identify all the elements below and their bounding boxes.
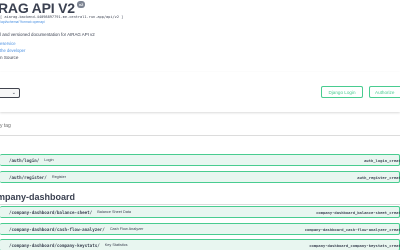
version-badge: v2: [76, 0, 86, 8]
operation-id: company-dashboard_company-keystats_creat…: [309, 242, 400, 248]
scheme-select[interactable]: ⌄: [0, 88, 20, 98]
schema-link[interactable]: /api/schema/?format=openapi: [0, 20, 45, 24]
operation-path: /company-dashboard/balance-sheet/: [9, 209, 93, 215]
operation-path: /company-dashboard/company-keystats/: [9, 242, 100, 248]
tag-heading-company-dashboard[interactable]: mpany-dashboard: [0, 192, 75, 202]
api-title-row: RAG API V2 v2: [0, 0, 86, 16]
operation-id: auth_register_create: [357, 174, 400, 180]
operation-id: company-dashboard_balance-sheet_create: [316, 209, 400, 215]
operation-id: auth_login_create: [364, 157, 400, 163]
django-login-button[interactable]: Django Login: [321, 86, 363, 98]
tag-divider: [0, 204, 400, 205]
chevron-down-icon: ⌄: [11, 90, 16, 96]
operation-summary: Balance Sheet Data: [97, 210, 131, 214]
operation-row-cash-flow-analyzer[interactable]: /company-dashboard/cash-flow-analyzer/ C…: [0, 223, 400, 235]
operation-summary: Register: [51, 175, 66, 179]
contact-developer-link[interactable]: the developer: [0, 48, 25, 53]
api-title: RAG API V2: [0, 0, 75, 16]
operation-path: /auth/login/: [9, 157, 40, 163]
filter-by-tag-input[interactable]: y tag: [0, 123, 11, 129]
operation-summary: Cash Flow Analyzer: [109, 227, 144, 231]
operation-row-auth-login[interactable]: /auth/login/ Login auth_login_create: [0, 154, 400, 166]
operation-path: /auth/register/: [9, 174, 47, 180]
operation-summary: Key Statistics: [104, 243, 128, 247]
operation-row-company-keystats[interactable]: /company-dashboard/company-keystats/ Key…: [0, 239, 400, 250]
authorize-button[interactable]: Authorize: [369, 86, 400, 98]
operation-path: /company-dashboard/cash-flow-analyzer/: [9, 226, 105, 232]
operation-row-auth-register[interactable]: /auth/register/ Register auth_register_c…: [0, 171, 400, 183]
api-description: l and versioned documentation for AIRAG …: [0, 32, 95, 37]
operation-summary: Login: [44, 158, 54, 162]
operation-id: company-dashboard_cash-flow-analyzer_cre…: [304, 226, 400, 232]
base-url: [ aiarag-backend-44098897791.me-central1…: [0, 15, 124, 19]
terms-link[interactable]: eservice: [0, 41, 16, 46]
operation-row-balance-sheet[interactable]: /company-dashboard/balance-sheet/ Balanc…: [0, 206, 400, 218]
tag-divider: [0, 135, 400, 136]
license-text: n Source: [0, 55, 19, 60]
